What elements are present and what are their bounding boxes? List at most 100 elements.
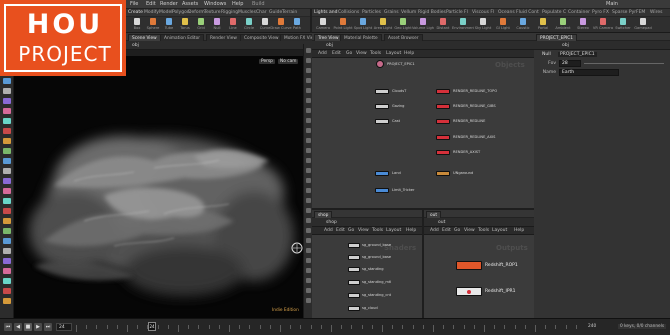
viewport-tool-icon[interactable] — [3, 178, 11, 184]
shelf-tab[interactable]: Particle Fl — [446, 10, 468, 15]
viewport-tool-icon[interactable] — [3, 218, 11, 224]
shader-node[interactable] — [348, 255, 360, 260]
display-option-icon[interactable] — [306, 288, 311, 293]
shelf-tab[interactable]: Particles — [362, 10, 381, 15]
tab-animation-editor[interactable]: Animation Editor — [160, 34, 204, 41]
menu-add[interactable]: Add — [318, 51, 327, 56]
display-option-icon[interactable] — [306, 158, 311, 163]
shop-path[interactable]: shop — [326, 220, 337, 225]
menu-layout[interactable]: Layout — [492, 228, 507, 233]
display-option-icon[interactable] — [306, 148, 311, 153]
viewport-tool-icon[interactable] — [3, 258, 11, 264]
geo-node[interactable] — [375, 119, 389, 124]
light-node[interactable] — [375, 171, 389, 176]
shelf-tab[interactable]: Viscous Fl — [472, 10, 494, 15]
menu-windows[interactable]: Windows — [204, 1, 226, 7]
viewport-tool-icon[interactable] — [3, 268, 11, 274]
shelf-tool-button[interactable]: Ambient — [554, 18, 572, 32]
param-slider[interactable] — [584, 63, 664, 64]
menu-edit[interactable]: Edit — [442, 228, 451, 233]
display-option-icon[interactable] — [306, 78, 311, 83]
shelf-tab[interactable]: Grains — [384, 10, 399, 15]
viewport-tool-icon[interactable] — [3, 98, 11, 104]
network-path[interactable]: obj — [326, 43, 333, 48]
shader-node[interactable] — [348, 306, 360, 311]
step-forward-button[interactable]: ▶ — [34, 323, 42, 331]
menu-layout[interactable]: Layout — [386, 228, 401, 233]
shelf-tab[interactable]: Rigid Bodies — [418, 10, 446, 15]
viewport-tool-icon[interactable] — [3, 208, 11, 214]
shelf-tool-button[interactable]: Spot Light — [354, 18, 372, 32]
shelf-tab[interactable]: Vellum — [401, 10, 416, 15]
shelf-tab[interactable]: Container — [568, 10, 590, 15]
shader-node[interactable] — [348, 280, 360, 285]
tab-tree-view[interactable]: Tree View — [314, 34, 343, 41]
out-path[interactable]: out — [438, 220, 445, 225]
shelf-tool-button[interactable]: Sky Light — [474, 18, 492, 32]
render-node[interactable] — [436, 150, 450, 155]
shelf-tab[interactable]: Create — [128, 10, 143, 15]
shelf-tool-button[interactable]: Distant — [434, 18, 452, 32]
viewport-tool-icon[interactable] — [3, 248, 11, 254]
menu-edit[interactable]: Edit — [332, 51, 341, 56]
shelf-tool-button[interactable]: Caustic — [514, 18, 532, 32]
display-option-icon[interactable] — [306, 188, 311, 193]
menu-help[interactable]: Help — [232, 1, 243, 7]
shelf-tab[interactable]: FEM — [636, 10, 645, 15]
tab-asset-browser[interactable]: Asset Browser — [384, 34, 423, 41]
display-option-icon[interactable] — [306, 98, 311, 103]
param-value-field[interactable]: 28 — [559, 60, 581, 67]
step-back-button[interactable]: ◀ — [14, 323, 22, 331]
shader-node[interactable] — [348, 293, 360, 298]
node-name-field[interactable]: PROJECT_EPIC1 — [558, 52, 597, 57]
viewport-tool-icon[interactable] — [3, 128, 11, 134]
shelf-tool-button[interactable]: Portal — [534, 18, 552, 32]
menu-layout[interactable]: Layout — [386, 51, 401, 56]
display-option-icon[interactable] — [306, 248, 311, 253]
display-option-icon[interactable] — [306, 48, 311, 53]
menu-view[interactable]: View — [356, 51, 367, 56]
viewport-tool-icon[interactable] — [3, 278, 11, 284]
jump-end-button[interactable]: ⏭ — [44, 323, 52, 331]
viewport-tool-icon[interactable] — [3, 298, 11, 304]
render-node[interactable] — [436, 119, 450, 124]
jump-start-button[interactable]: ⏮ — [4, 323, 12, 331]
shelf-tab[interactable]: Char — [256, 10, 267, 15]
menu-view[interactable]: View — [464, 228, 475, 233]
shelf-tool-button[interactable]: Gamepad — [634, 18, 652, 32]
viewport-tool-icon[interactable] — [3, 138, 11, 144]
viewport-tool-icon[interactable] — [3, 78, 11, 84]
display-option-icon[interactable] — [306, 218, 311, 223]
display-option-icon[interactable] — [306, 238, 311, 243]
shelf-tab[interactable]: Wires — [650, 10, 662, 15]
null-node-icon[interactable] — [376, 60, 384, 68]
shelf-tab[interactable]: Sparse Pyr — [612, 10, 636, 15]
menu-add[interactable]: Add — [324, 228, 333, 233]
viewport-tool-icon[interactable] — [3, 88, 11, 94]
menu-go[interactable]: Go — [348, 228, 354, 233]
tab-out[interactable]: out — [426, 211, 442, 218]
shelf-tool-button[interactable]: Path — [288, 18, 306, 32]
network-editor-objects[interactable]: Objects PROJECT_EPIC1 CloudsT Gazing Cas… — [312, 58, 534, 208]
redshift-rop-node[interactable] — [456, 261, 482, 270]
param-path[interactable]: obj — [562, 43, 569, 48]
display-option-icon[interactable] — [306, 268, 311, 273]
shelf-tool-button[interactable]: VR Camera — [593, 18, 613, 32]
render-node[interactable] — [436, 104, 450, 109]
viewport-tool-icon[interactable] — [3, 158, 11, 164]
menu-render[interactable]: Render — [160, 1, 178, 7]
menu-assets[interactable]: Assets — [182, 1, 198, 7]
current-frame-field[interactable]: 24 — [56, 323, 72, 331]
light-node[interactable] — [375, 188, 389, 193]
shelf-tab[interactable]: Lights and — [314, 10, 337, 15]
render-node[interactable] — [436, 135, 450, 140]
viewport-tool-icon[interactable] — [3, 118, 11, 124]
network-editor-outputs[interactable]: Outputs Redshift_ROP1 Redshift_IPR1 — [424, 235, 534, 318]
menu-edit[interactable]: Edit — [146, 1, 156, 7]
scene-viewport[interactable]: Persp No cam Indie Edition — [14, 56, 303, 318]
render-node[interactable] — [436, 89, 450, 94]
shelf-tab[interactable]: Guide — [269, 10, 282, 15]
display-option-icon[interactable] — [306, 138, 311, 143]
shader-node[interactable] — [348, 243, 360, 248]
shelf-tab[interactable]: Texture — [204, 10, 220, 15]
